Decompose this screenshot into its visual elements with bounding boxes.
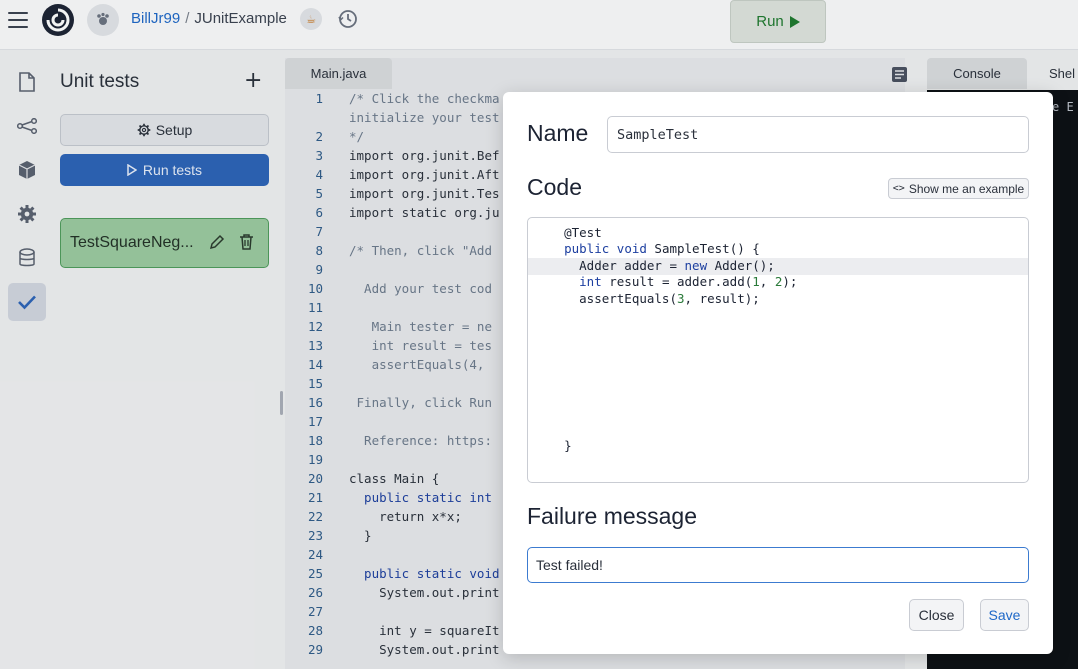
test-code-line: assertEquals(3, result);: [534, 290, 760, 306]
test-code-line: [528, 323, 1028, 340]
edit-test-dialog: Name SampleTest Code <> Show me an examp…: [503, 92, 1053, 654]
code-brackets-icon: <>: [892, 183, 905, 194]
code-label: Code: [527, 174, 582, 200]
failure-message-input[interactable]: Test failed!: [527, 547, 1029, 583]
test-code-line: [528, 422, 1028, 439]
show-example-label: Show me an example: [908, 181, 1025, 196]
test-code-line: [528, 405, 1028, 422]
test-code-line: Adder adder = new Adder();: [528, 257, 1028, 275]
test-code-line: [528, 340, 1028, 357]
close-button[interactable]: Close: [909, 599, 964, 631]
show-example-button[interactable]: <> Show me an example: [888, 178, 1029, 199]
test-code-line: [528, 373, 1028, 390]
failure-message-label: Failure message: [527, 503, 698, 529]
test-code-line: public void SampleTest() {: [564, 241, 760, 257]
test-code-line: [528, 307, 1028, 324]
test-code-line: int result = adder.add(1, 2);: [579, 274, 798, 290]
name-input[interactable]: SampleTest: [607, 116, 1029, 153]
test-code-line: [528, 356, 1028, 373]
name-label: Name: [527, 120, 589, 146]
test-code-editor[interactable]: @Test public void SampleTest() { Adder a…: [527, 217, 1029, 483]
test-code-line: @Test: [534, 225, 602, 240]
test-code-line: }: [534, 438, 572, 454]
save-button[interactable]: Save: [980, 599, 1029, 631]
test-code-line: [528, 389, 1028, 406]
